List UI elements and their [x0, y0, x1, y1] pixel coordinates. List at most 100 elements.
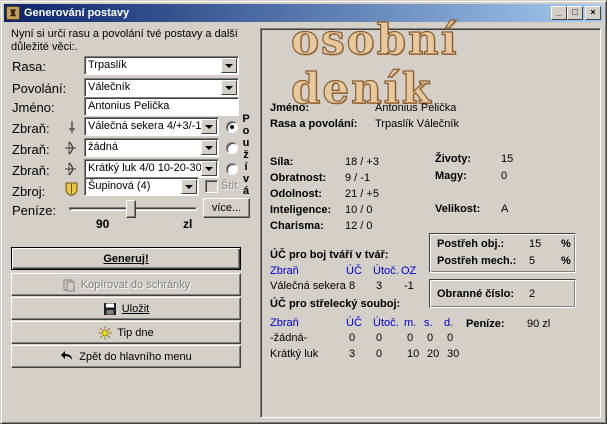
- rasa-label: Rasa:: [12, 59, 46, 74]
- zpet-label: Zpět do hlavního menu: [79, 350, 192, 363]
- table-header: d.: [444, 317, 454, 329]
- stat-label: Síla:: [270, 156, 294, 168]
- zbran3-label: Zbraň:: [12, 163, 50, 178]
- stat-value: 10 / 0: [345, 204, 373, 216]
- zbran3-select[interactable]: Krátký luk 4/0 10-20-30: [84, 159, 219, 178]
- close-button[interactable]: ×: [585, 6, 601, 20]
- denik-rasa-label: Rasa a povolání:: [270, 118, 358, 130]
- povolani-value: Válečník: [88, 81, 131, 93]
- penize-slider-thumb[interactable]: [125, 200, 136, 218]
- rasa-select[interactable]: Trpaslík: [84, 56, 239, 75]
- stat-label: Inteligence:: [270, 204, 332, 216]
- vice-button[interactable]: více...: [203, 198, 250, 218]
- jmeno-label: Jméno:: [12, 100, 55, 115]
- postreh-mech-value: 5: [529, 255, 536, 267]
- clipboard-icon: [62, 278, 76, 292]
- table-header: Zbraň: [270, 317, 299, 329]
- table-cell: 3: [349, 348, 356, 360]
- zbroj-value: Šupinová (4): [88, 180, 151, 192]
- stat-label: Odolnost:: [270, 188, 322, 200]
- table-cell: 0: [349, 332, 356, 344]
- stat-label: Obratnost:: [270, 172, 327, 184]
- magy-value: 0: [501, 170, 508, 182]
- zbran1-select[interactable]: Válečná sekera 4/+3/-1: [84, 117, 219, 136]
- stat-value: 18 / +3: [345, 156, 379, 168]
- chevron-down-icon[interactable]: [221, 80, 237, 95]
- bow-icon: [64, 162, 78, 176]
- povolani-select[interactable]: Válečník: [84, 78, 239, 97]
- zivoty-value: 15: [501, 153, 514, 165]
- zbran2-radio[interactable]: [226, 142, 238, 154]
- pouziva-letter: u: [242, 137, 250, 149]
- table-cell: 20: [427, 348, 440, 360]
- denik-jmeno-label: Jméno:: [270, 102, 310, 114]
- pouziva-letter: á: [242, 185, 250, 197]
- ulozit-button[interactable]: Uložit: [11, 297, 241, 320]
- kopirovat-button[interactable]: Kopírovat do schránky: [11, 273, 241, 296]
- pouziva-letter: í: [244, 161, 248, 173]
- postreh-obj-label: Postřeh obj.:: [437, 238, 505, 250]
- table-cell: -1: [404, 280, 414, 292]
- chevron-down-icon[interactable]: [201, 140, 217, 155]
- table-cell: 30: [447, 348, 460, 360]
- chevron-down-icon[interactable]: [201, 161, 217, 176]
- povolani-label: Povolání:: [12, 81, 67, 96]
- magy-label: Magy:: [435, 170, 467, 182]
- velikost-value: A: [501, 203, 509, 215]
- sun-icon: [98, 326, 112, 340]
- app-icon: ♜: [6, 6, 20, 20]
- table-header: ÚČ: [346, 317, 362, 329]
- zbran3-value: Krátký luk 4/0 10-20-30: [88, 162, 202, 174]
- generuj-button[interactable]: Generuj!: [11, 247, 241, 270]
- zbran1-value: Válečná sekera 4/+3/-1: [88, 120, 202, 132]
- zbran2-select[interactable]: žádná: [84, 138, 219, 157]
- chevron-down-icon[interactable]: [201, 119, 217, 134]
- zbroj-select[interactable]: Šupinová (4): [84, 177, 199, 196]
- shield-icon: [64, 182, 78, 196]
- penize-value: 90: [96, 217, 110, 231]
- postreh-mech-label: Postřeh mech.:: [437, 255, 517, 267]
- zpet-button[interactable]: Zpět do hlavního menu: [11, 345, 241, 368]
- zbran2-value: žádná: [88, 141, 118, 153]
- floppy-disk-icon: [103, 302, 117, 316]
- penize-label: Peníze:: [12, 203, 57, 218]
- sword-icon: [65, 120, 79, 134]
- postreh-mech-pct: %: [561, 255, 571, 267]
- denik-penize-label: Peníze:: [466, 318, 505, 330]
- penize-unit: zl: [183, 217, 193, 231]
- main-window: ♜ Generování postavy _ □ × Nyní si urči …: [0, 0, 607, 424]
- stat-value: 12 / 0: [345, 220, 373, 232]
- kopirovat-label: Kopírovat do schránky: [80, 278, 191, 291]
- chevron-down-icon[interactable]: [181, 179, 197, 194]
- obranne-label: Obranné číslo:: [437, 288, 515, 300]
- jmeno-input[interactable]: Antonius Pelička: [84, 97, 239, 116]
- stat-value: 9 / -1: [345, 172, 371, 184]
- table-header: OZ: [401, 265, 417, 277]
- zbran3-radio[interactable]: [226, 163, 238, 175]
- zbran1-radio[interactable]: [226, 121, 238, 133]
- zbran2-label: Zbraň:: [12, 142, 50, 157]
- table-cell: 0: [447, 332, 454, 344]
- rasa-value: Trpaslík: [88, 59, 127, 71]
- pouziva-letter: v: [242, 173, 250, 185]
- boj-title: ÚČ pro boj tváří v tvář:: [270, 249, 389, 261]
- table-header: Zbraň: [270, 265, 299, 277]
- tip-dne-label: Tip dne: [117, 326, 154, 339]
- pouziva-letter: o: [242, 125, 250, 137]
- stit-label: Štít: [221, 180, 238, 192]
- back-arrow-icon: [60, 350, 74, 364]
- window-title: Generování postavy: [24, 7, 130, 19]
- velikost-label: Velikost:: [435, 203, 481, 215]
- zbran1-label: Zbraň:: [12, 121, 50, 136]
- chevron-down-icon[interactable]: [221, 58, 237, 73]
- table-cell: 3: [376, 280, 383, 292]
- table-cell: 0: [407, 332, 414, 344]
- osobni-denik-panel: osobní deník Jméno: Antonius Pelička Ras…: [260, 14, 601, 418]
- tip-dne-button[interactable]: Tip dne: [11, 321, 241, 344]
- denik-jmeno-value: Antonius Pelička: [375, 102, 457, 114]
- table-cell: Krátký luk: [270, 348, 319, 360]
- stit-checkbox[interactable]: [205, 180, 218, 193]
- strel-title: ÚČ pro střelecký souboj:: [270, 298, 401, 310]
- intro-text: Nyní si urči rasu a povolání tvé postavy…: [11, 28, 238, 53]
- table-header: s.: [424, 317, 433, 329]
